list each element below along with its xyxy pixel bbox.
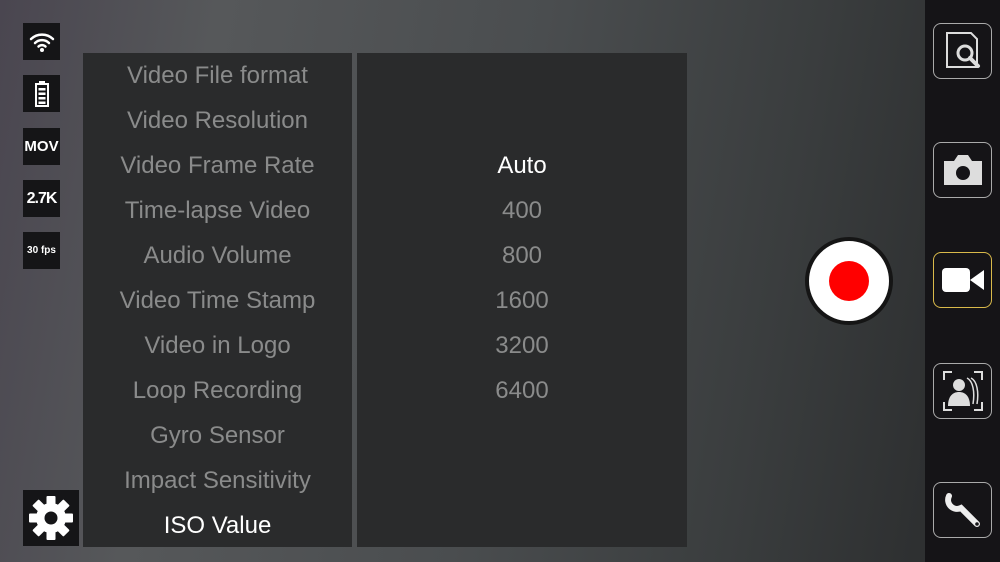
menu-item[interactable]: Loop Recording xyxy=(83,368,352,413)
video-camera-icon xyxy=(941,268,984,292)
menu-item[interactable]: Gyro Sensor xyxy=(83,413,352,458)
menu-item[interactable]: Audio Volume xyxy=(83,233,352,278)
file-browser-icon xyxy=(945,32,980,68)
menu-item[interactable]: Video Time Stamp xyxy=(83,278,352,323)
wrench-icon xyxy=(944,493,980,527)
option-item[interactable]: 400 xyxy=(357,188,687,233)
burst-mode-button[interactable] xyxy=(933,363,992,419)
wifi-status xyxy=(23,23,60,60)
options-list: Auto 400 800 1600 3200 6400 xyxy=(357,53,687,547)
resolution-badge: 2.7K xyxy=(23,180,60,217)
menu-item[interactable]: Impact Sensitivity xyxy=(83,458,352,503)
gear-icon xyxy=(29,496,73,540)
battery-icon xyxy=(34,80,49,107)
burst-photo-icon xyxy=(942,371,983,411)
menu-item[interactable]: Time-lapse Video xyxy=(83,188,352,233)
menu-item[interactable]: Video File format xyxy=(83,53,352,98)
option-item[interactable]: Auto xyxy=(357,143,687,188)
file-browser-button[interactable] xyxy=(933,23,992,79)
fps-badge: 30 fps xyxy=(23,232,60,269)
option-item[interactable]: 6400 xyxy=(357,368,687,413)
record-button[interactable] xyxy=(805,237,893,325)
video-mode-button[interactable] xyxy=(933,252,992,308)
menu-item[interactable]: Video Frame Rate xyxy=(83,143,352,188)
battery-status xyxy=(23,75,60,112)
menu-item[interactable]: Video Resolution xyxy=(83,98,352,143)
photo-mode-button[interactable] xyxy=(933,142,992,198)
wifi-icon xyxy=(29,32,54,52)
settings-button[interactable] xyxy=(23,490,79,546)
camera-icon xyxy=(943,155,982,185)
menu-item[interactable]: Video in Logo xyxy=(83,323,352,368)
option-item[interactable]: 3200 xyxy=(357,323,687,368)
menu-item[interactable]: ISO Value xyxy=(83,503,352,548)
option-item[interactable]: 1600 xyxy=(357,278,687,323)
tools-button[interactable] xyxy=(933,482,992,538)
settings-menu: Video File format Video Resolution Video F… xyxy=(83,53,352,547)
mode-sidebar xyxy=(925,0,1000,562)
record-dot-icon xyxy=(829,261,869,301)
format-badge: MOV xyxy=(23,128,60,165)
option-item[interactable]: 800 xyxy=(357,233,687,278)
